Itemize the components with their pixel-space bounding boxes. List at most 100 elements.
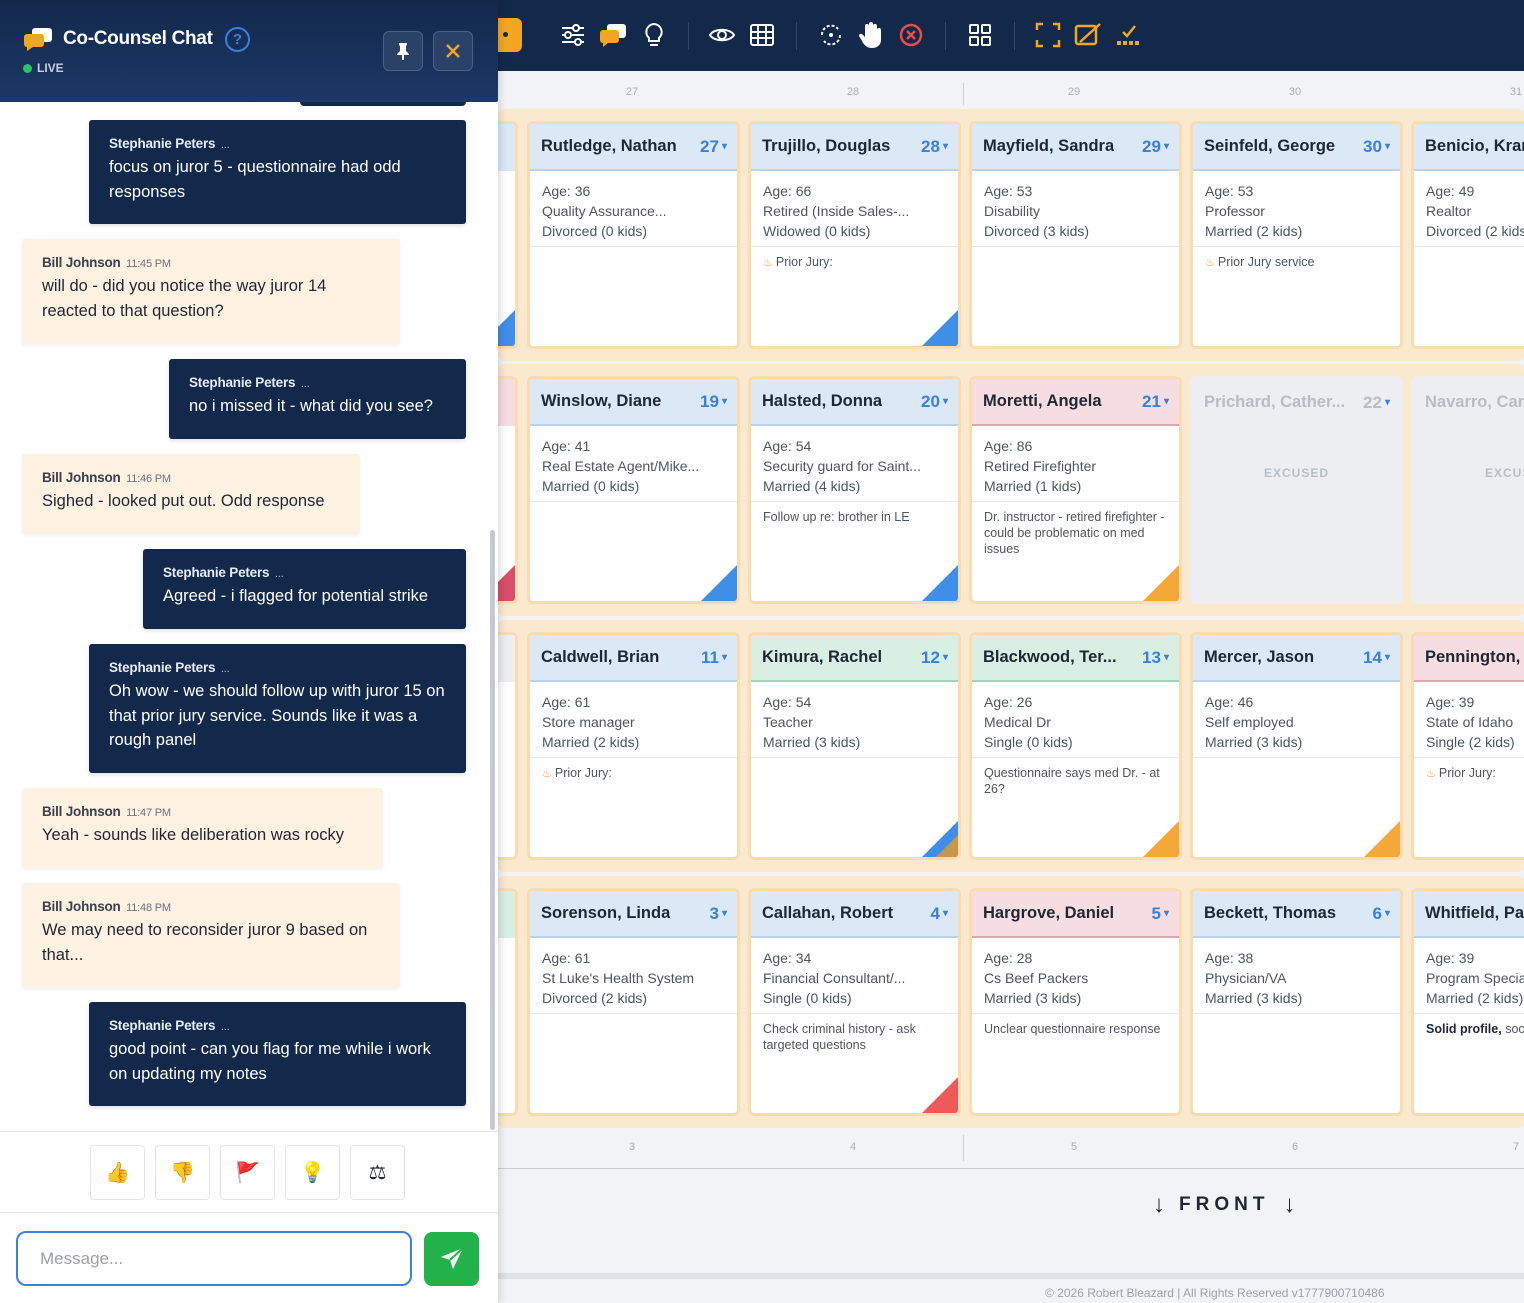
message-scrollbar[interactable] — [490, 530, 495, 1130]
juror-card-header[interactable]: Prichard, Cather... 22 ▾ — [1193, 379, 1400, 426]
juror-card-header[interactable]: Mercer, Jason 14 ▾ — [1193, 635, 1400, 682]
chat-message: Stephanie Peters ... Agreed - i flagged f… — [143, 549, 466, 629]
juror-occupation: Quality Assurance... — [542, 203, 667, 219]
chevron-down-icon: ▾ — [721, 651, 727, 663]
juror-card[interactable]: Blackwood, Ter... 13 ▾ Age: 26 Medical Dr Sin… — [969, 632, 1182, 860]
juror-card-header[interactable]: Kimura, Rachel 12 ▾ — [751, 635, 958, 682]
juror-card[interactable]: Halsted, Donna 20 ▾ Age: 54 Security guard f… — [748, 376, 961, 604]
juror-number-dropdown[interactable]: 29 ▾ — [1142, 137, 1169, 157]
juror-card[interactable]: Seinfeld, George 30 ▾ Age: 53 Professor Marri… — [1190, 121, 1403, 349]
juror-card-header[interactable]: Whitfield, Pamela7▾ — [1414, 891, 1524, 938]
juror-card-header[interactable]: Mayfield, Sandra 29 ▾ — [972, 124, 1179, 171]
juror-card[interactable]: Beckett, Thomas 6 ▾ Age: 38 Physician/VA Marr… — [1190, 888, 1403, 1116]
juror-occupation: Program Specialist — [1426, 970, 1524, 986]
lightbulb-icon[interactable] — [639, 20, 669, 50]
juror-number-dropdown[interactable]: 3 ▾ — [710, 904, 728, 924]
chat-icon[interactable] — [598, 20, 628, 50]
juror-details: Age: 61 Store manager Married (2 kids) — [530, 682, 737, 758]
juror-name: Callahan, Robert — [762, 904, 894, 922]
juror-card[interactable]: Caldwell, Brian 11 ▾ Age: 61 Store manager Ma… — [527, 632, 740, 860]
pin-icon — [397, 43, 409, 60]
flag-corner-marker — [1364, 821, 1400, 857]
close-button[interactable] — [433, 31, 473, 71]
flag-reaction-button[interactable]: 🚩 — [220, 1145, 275, 1200]
refresh-icon[interactable] — [816, 20, 846, 50]
juror-name: Kimura, Rachel — [762, 648, 883, 666]
juror-number-dropdown[interactable]: 20 ▾ — [921, 392, 948, 412]
juror-number-dropdown[interactable]: 4 ▾ — [931, 904, 949, 924]
juror-status: Single (0 kids) — [984, 734, 1073, 750]
thumbs-up-reaction-button[interactable]: 👍 — [90, 1145, 145, 1200]
cancel-circle-icon[interactable] — [896, 20, 926, 50]
hand-icon[interactable] — [856, 20, 886, 50]
juror-card-header[interactable]: Sorenson, Linda 3 ▾ — [530, 891, 737, 938]
juror-card-header[interactable]: Caldwell, Brian 11 ▾ — [530, 635, 737, 682]
juror-card-header[interactable]: Pennington, Sarah15▾ — [1414, 635, 1524, 682]
juror-number-dropdown[interactable]: 30 ▾ — [1363, 137, 1390, 157]
juror-card[interactable]: Kimura, Rachel 12 ▾ Age: 54 Teacher Married (… — [748, 632, 961, 860]
pin-button[interactable] — [383, 31, 423, 71]
juror-card-header[interactable]: Navarro, Carlos23▾ — [1414, 379, 1524, 426]
juror-card-header[interactable]: Moretti, Angela 21 ▾ — [972, 379, 1179, 426]
juror-number-dropdown[interactable]: 11 ▾ — [701, 648, 727, 668]
sliders-icon[interactable] — [558, 20, 588, 50]
juror-number-dropdown[interactable]: 27 ▾ — [700, 137, 727, 157]
juror-number-dropdown[interactable]: 28 ▾ — [921, 137, 948, 157]
juror-number-dropdown[interactable]: 12 ▾ — [921, 648, 948, 668]
juror-card[interactable]: Hargrove, Daniel 5 ▾ Age: 28 Cs Beef Packers… — [969, 888, 1182, 1116]
juror-occupation: Cs Beef Packers — [984, 970, 1089, 986]
juror-card-header[interactable]: Rutledge, Nathan 27 ▾ — [530, 124, 737, 171]
send-button[interactable] — [424, 1232, 479, 1286]
fullscreen-icon[interactable] — [1033, 20, 1063, 50]
juror-number-dropdown[interactable]: 19 ▾ — [700, 392, 727, 412]
juror-card[interactable]: Benicio, Kramer31▾ Age: 49 Realtor Divorced… — [1411, 121, 1524, 349]
message-text: Oh wow - we should follow up with juror … — [109, 682, 445, 749]
juror-card[interactable]: Prichard, Cather... 22 ▾ EXCUSED — [1190, 376, 1403, 604]
eye-icon[interactable] — [707, 20, 737, 50]
juror-card-header[interactable]: Callahan, Robert 4 ▾ — [751, 891, 958, 938]
juror-card-header[interactable]: Trujillo, Douglas 28 ▾ — [751, 124, 958, 171]
juror-card[interactable]: Pennington, Sarah15▾ Age: 39 State of Idah… — [1411, 632, 1524, 860]
juror-card-header[interactable]: Blackwood, Ter... 13 ▾ — [972, 635, 1179, 682]
juror-card-header[interactable]: Hargrove, Daniel 5 ▾ — [972, 891, 1179, 938]
juror-details: Age: 54 Teacher Married (3 kids) — [751, 682, 958, 758]
arrow-down-icon: ↓ — [1153, 1191, 1165, 1218]
lightbulb-reaction-button[interactable]: 💡 — [285, 1145, 340, 1200]
juror-card[interactable]: Mayfield, Sandra 29 ▾ Age: 53 Disability Divo… — [969, 121, 1182, 349]
chevron-down-icon: ▾ — [1384, 140, 1390, 152]
message-input[interactable] — [16, 1231, 412, 1286]
apps-icon[interactable] — [965, 20, 995, 50]
juror-card[interactable]: Navarro, Carlos23▾ EXCUSED — [1411, 376, 1524, 604]
help-icon[interactable]: ? — [225, 27, 250, 52]
chat-icon — [22, 26, 54, 57]
checklist-icon[interactable] — [1113, 20, 1143, 50]
juror-card[interactable]: Callahan, Robert 4 ▾ Age: 34 Financial Consu… — [748, 888, 961, 1116]
scales-reaction-button[interactable]: ⚖ — [350, 1145, 405, 1200]
excused-label: EXCUSED — [1484, 466, 1524, 480]
grid-table-icon[interactable] — [747, 20, 777, 50]
juror-card[interactable]: Mercer, Jason 14 ▾ Age: 46 Self employed Marr… — [1190, 632, 1403, 860]
juror-card[interactable]: Moretti, Angela 21 ▾ Age: 86 Retired Firefig… — [969, 376, 1182, 604]
juror-number-dropdown[interactable]: 14 ▾ — [1363, 648, 1390, 668]
juror-card[interactable]: Rutledge, Nathan 27 ▾ Age: 36 Quality Assura… — [527, 121, 740, 349]
juror-card-header[interactable]: Benicio, Kramer31▾ — [1414, 124, 1524, 171]
juror-number-dropdown[interactable]: 6 ▾ — [1373, 904, 1391, 924]
juror-card-header[interactable]: Beckett, Thomas 6 ▾ — [1193, 891, 1400, 938]
juror-card-header[interactable]: Halsted, Donna 20 ▾ — [751, 379, 958, 426]
flag-corner-marker — [922, 565, 958, 601]
message-list[interactable]: Stephanie Peters ... focus on juror 5 - q… — [0, 102, 490, 1131]
juror-number-dropdown[interactable]: 22 ▾ — [1363, 393, 1390, 413]
juror-card[interactable]: Winslow, Diane 19 ▾ Age: 41 Real Estate Agen… — [527, 376, 740, 604]
juror-number-dropdown[interactable]: 13 ▾ — [1142, 648, 1169, 668]
author-name: Stephanie Peters — [109, 660, 216, 675]
juror-card-header[interactable]: Seinfeld, George 30 ▾ — [1193, 124, 1400, 171]
edit-off-icon[interactable] — [1073, 20, 1103, 50]
juror-card[interactable]: Trujillo, Douglas 28 ▾ Age: 66 Retired (Insi… — [748, 121, 961, 349]
juror-number-dropdown[interactable]: 5 ▾ — [1152, 904, 1170, 924]
juror-card[interactable]: Sorenson, Linda 3 ▾ Age: 61 St Luke's Health… — [527, 888, 740, 1116]
juror-card-header[interactable]: Winslow, Diane 19 ▾ — [530, 379, 737, 426]
thumbs-down-reaction-button[interactable]: 👎 — [155, 1145, 210, 1200]
juror-number-dropdown[interactable]: 21 ▾ — [1142, 392, 1169, 412]
juror-details: Age: 53 Professor Married (2 kids) — [1193, 171, 1400, 247]
juror-card[interactable]: Whitfield, Pamela7▾ Age: 39 Program Specia… — [1411, 888, 1524, 1116]
